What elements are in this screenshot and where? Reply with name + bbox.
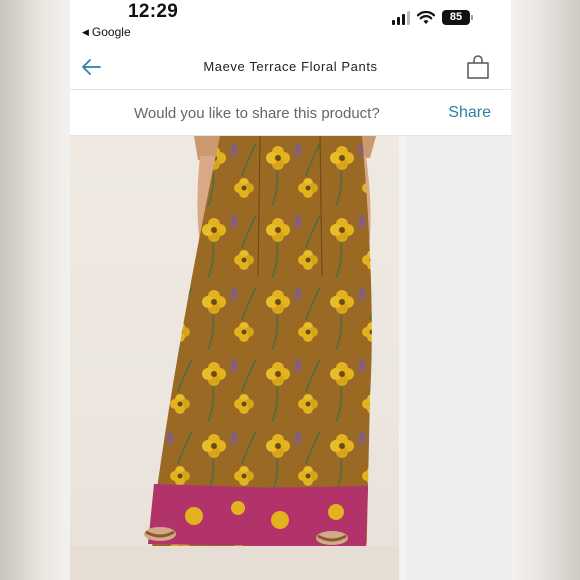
next-product-photo[interactable] bbox=[407, 136, 511, 580]
back-triangle-icon: ◀ bbox=[82, 26, 89, 37]
product-photo[interactable] bbox=[70, 136, 399, 580]
battery-indicator: 85 bbox=[442, 10, 473, 25]
phone-screen: 12:29 ◀ Google 85 Maeve Terrace Floral P… bbox=[70, 0, 511, 580]
back-app-label: Google bbox=[91, 25, 131, 39]
shopping-bag-icon[interactable] bbox=[465, 54, 491, 80]
cellular-signal-icon bbox=[392, 10, 410, 25]
status-time: 12:29 bbox=[128, 1, 179, 22]
share-button[interactable]: Share bbox=[448, 104, 491, 122]
nav-bar: Maeve Terrace Floral Pants bbox=[70, 44, 511, 90]
status-icons: 85 bbox=[392, 10, 473, 25]
battery-level: 85 bbox=[442, 10, 470, 25]
product-photo-illustration bbox=[70, 136, 399, 580]
product-image-gallery[interactable] bbox=[70, 136, 511, 580]
battery-cap bbox=[471, 15, 473, 20]
page-title: Maeve Terrace Floral Pants bbox=[203, 59, 378, 74]
wifi-icon bbox=[417, 10, 435, 24]
share-prompt-bar: Would you like to share this product? Sh… bbox=[70, 90, 511, 136]
back-to-app-link[interactable]: ◀ Google bbox=[82, 25, 131, 39]
share-question: Would you like to share this product? bbox=[134, 105, 380, 122]
status-bar: 12:29 ◀ Google 85 bbox=[70, 0, 511, 44]
